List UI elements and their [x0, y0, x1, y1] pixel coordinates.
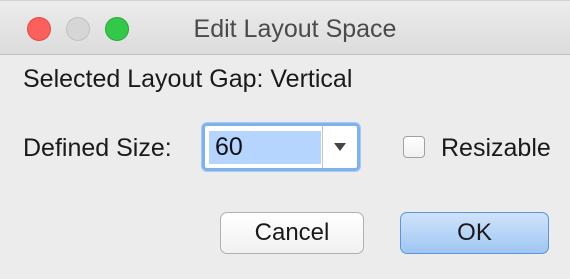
- title-bar[interactable]: Edit Layout Space: [0, 1, 570, 55]
- window-title: Edit Layout Space: [193, 15, 397, 43]
- defined-size-label: Defined Size:: [23, 134, 172, 162]
- ok-button[interactable]: OK: [400, 212, 549, 254]
- resizable-checkbox[interactable]: [403, 136, 425, 158]
- dropdown-button[interactable]: [322, 126, 357, 168]
- cancel-button[interactable]: Cancel: [220, 212, 364, 254]
- defined-size-combobox[interactable]: 60: [202, 123, 360, 171]
- resizable-label[interactable]: Resizable: [441, 134, 551, 163]
- dialog-window: Edit Layout Space Selected Layout Gap: V…: [0, 0, 570, 279]
- defined-size-input[interactable]: 60: [209, 131, 321, 164]
- selected-gap-label: Selected Layout Gap: Vertical: [23, 65, 353, 93]
- chevron-down-icon: [334, 143, 346, 151]
